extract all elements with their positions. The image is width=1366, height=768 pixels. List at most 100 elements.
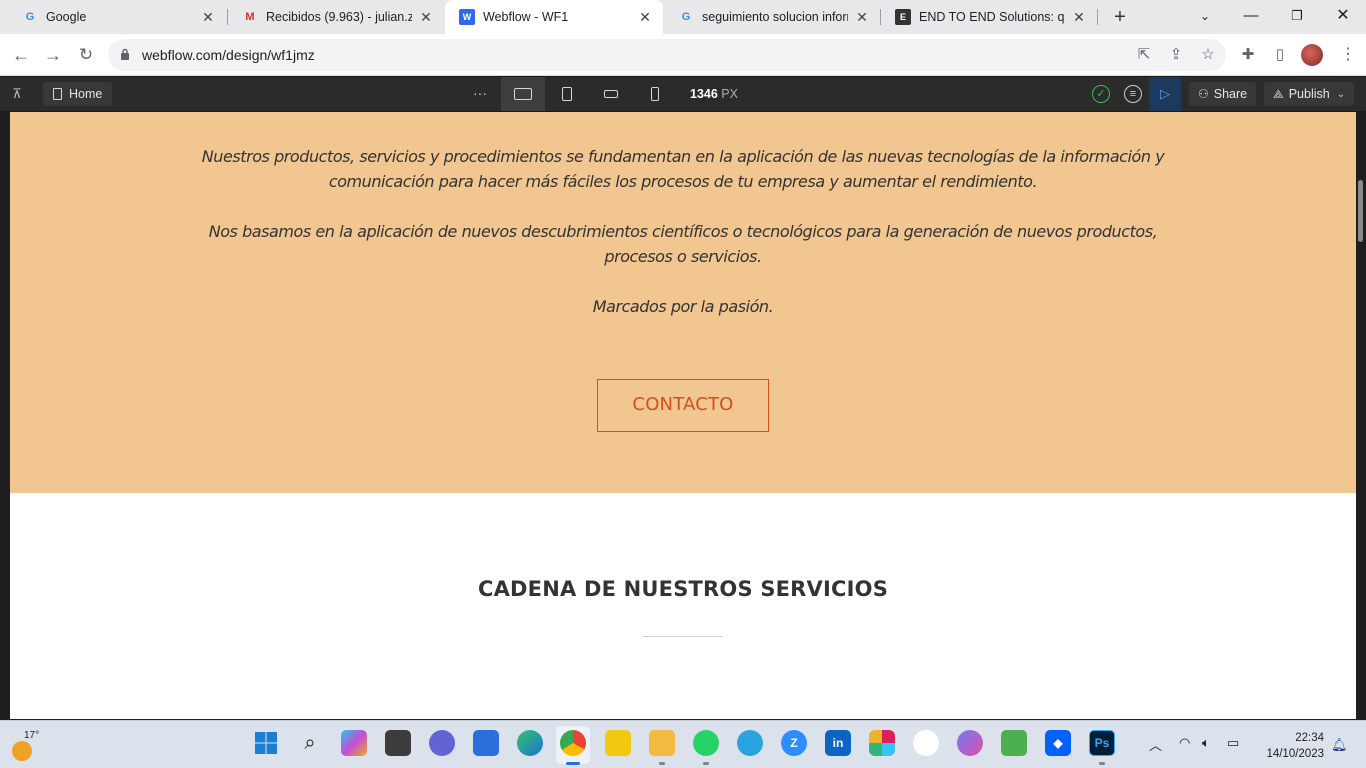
tab-search-icon[interactable]: ⌄: [1182, 0, 1228, 34]
tab-title: Webflow - WF1: [483, 10, 569, 24]
zoom-icon[interactable]: Z: [781, 730, 807, 756]
browser-menu-icon[interactable]: ⋮: [1338, 45, 1358, 65]
weather-temperature: 17°: [24, 730, 40, 741]
paragraph-line: comunicación para hacer más fáciles los …: [328, 172, 1038, 191]
open-in-app-icon[interactable]: ⇱: [1134, 45, 1154, 65]
battery-icon[interactable]: ▭: [1227, 735, 1239, 751]
search-icon[interactable]: ⌕: [297, 730, 323, 756]
linkedin-icon[interactable]: in: [825, 730, 851, 756]
bookmark-star-icon[interactable]: ☆: [1198, 45, 1218, 65]
snipping-tool-icon[interactable]: [957, 730, 983, 756]
teams-chat-icon[interactable]: [429, 730, 455, 756]
wifi-icon[interactable]: ◠: [1179, 735, 1190, 751]
google-favicon-icon: G: [25, 11, 35, 23]
hero-section[interactable]: Nuestros productos, servicios y procedim…: [10, 112, 1356, 493]
show-hidden-icons-icon[interactable]: ︿: [1149, 735, 1162, 754]
task-view-icon[interactable]: [385, 730, 411, 756]
preview-icon[interactable]: ▷: [1149, 77, 1181, 111]
share-button[interactable]: ⚇ Share: [1189, 82, 1257, 106]
weather-sun-icon: [12, 741, 32, 761]
page-selector[interactable]: Home: [43, 82, 113, 106]
phone-link-icon[interactable]: [913, 730, 939, 756]
slack-icon[interactable]: [869, 730, 895, 756]
browser-toolbar: ← → ↻ webflow.com/design/wf1jmz ⇱ ⇪ ☆ ✚ …: [0, 34, 1366, 76]
store-icon[interactable]: [473, 730, 499, 756]
windows-taskbar: 17° ⌕ Z in ◆ Ps ︿ ◠ 🔈︎ ▭ 22:34 14/10/202…: [0, 720, 1366, 768]
canvas-width-unit: PX: [721, 87, 738, 101]
paragraph-line: procesos o servicios.: [604, 247, 762, 266]
publish-button[interactable]: ⟁ Publish ⌄: [1264, 82, 1355, 106]
close-tab-icon[interactable]: ✕: [854, 9, 870, 26]
file-explorer-icon[interactable]: [649, 730, 675, 756]
tab-seguimiento[interactable]: G seguimiento solucion inform ✕: [664, 0, 880, 34]
url-text: webflow.com/design/wf1jmz: [142, 47, 315, 63]
dropbox-icon[interactable]: ◆: [1045, 730, 1071, 756]
paragraph-line: Marcados por la pasión.: [592, 297, 774, 316]
tab-gmail[interactable]: M Recibidos (9.963) - julian.zap ✕: [228, 0, 444, 34]
services-heading[interactable]: CADENA DE NUESTROS SERVICIOS: [10, 577, 1356, 601]
close-tab-icon[interactable]: ✕: [637, 9, 653, 26]
breakpoint-mobile-portrait-button[interactable]: [633, 77, 677, 111]
breakpoint-tablet-button[interactable]: [545, 77, 589, 111]
site-canvas[interactable]: Nuestros productos, servicios y procedim…: [10, 112, 1356, 719]
saved-check-icon[interactable]: ✓: [1092, 85, 1110, 103]
side-panel-icon[interactable]: ▯: [1270, 45, 1290, 65]
reload-icon[interactable]: ↻: [71, 40, 101, 70]
restore-icon[interactable]: ❐: [1274, 0, 1320, 34]
edge-icon[interactable]: [517, 730, 543, 756]
intro-paragraph[interactable]: Nuestros productos, servicios y procedim…: [10, 144, 1356, 194]
tab-title: seguimiento solucion inform: [702, 10, 848, 24]
share-page-icon[interactable]: ⇪: [1166, 45, 1186, 65]
bluestacks-icon[interactable]: [1001, 730, 1027, 756]
clock-date: 14/10/2023: [1266, 748, 1324, 760]
volume-icon[interactable]: 🔈︎: [1202, 735, 1210, 751]
start-icon[interactable]: [253, 730, 279, 756]
breakpoint-desktop-button[interactable]: [501, 77, 545, 111]
publish-label: Publish: [1288, 87, 1330, 101]
comments-icon[interactable]: ≡: [1124, 85, 1142, 103]
tablet-icon: [562, 87, 572, 101]
close-tab-icon[interactable]: ✕: [200, 9, 216, 26]
profile-avatar[interactable]: [1301, 44, 1323, 66]
close-tab-icon[interactable]: ✕: [1071, 9, 1087, 26]
address-bar[interactable]: webflow.com/design/wf1jmz ⇱ ⇪ ☆: [108, 39, 1226, 71]
tab-title: END TO END Solutions: qué: [919, 10, 1065, 24]
telegram-icon[interactable]: [737, 730, 763, 756]
contacto-button[interactable]: CONTACTO: [597, 379, 769, 432]
chrome-icon[interactable]: [560, 730, 586, 756]
close-tab-icon[interactable]: ✕: [418, 9, 434, 26]
canvas-width-readout: 1346 PX: [690, 87, 738, 101]
system-clock[interactable]: 22:34 14/10/2023: [1252, 730, 1324, 762]
powerbi-icon[interactable]: [605, 730, 631, 756]
close-window-icon[interactable]: ✕: [1320, 0, 1366, 34]
tab-end-to-end[interactable]: E END TO END Solutions: qué ✕: [881, 0, 1097, 34]
gmail-favicon-icon: M: [245, 11, 255, 23]
share-label: Share: [1213, 87, 1248, 101]
heading-divider: [643, 636, 723, 637]
more-options-icon[interactable]: ···: [470, 77, 490, 111]
rocket-icon: ⟁: [1273, 86, 1284, 101]
chrome-running-indicator: [566, 762, 580, 765]
running-indicator: [703, 762, 709, 765]
tab-google[interactable]: G Google ✕: [8, 0, 226, 34]
passion-paragraph[interactable]: Marcados por la pasión.: [10, 294, 1356, 319]
minimize-icon[interactable]: —: [1228, 0, 1274, 34]
notifications-bell-icon[interactable]: 🔔︎: [1331, 737, 1348, 753]
innovation-paragraph[interactable]: Nos basamos en la aplicación de nuevos d…: [10, 219, 1356, 269]
breakpoint-mobile-landscape-button[interactable]: [589, 77, 633, 111]
collapse-panel-icon[interactable]: ⊼: [0, 77, 34, 111]
copilot-icon[interactable]: [341, 730, 367, 756]
forward-icon[interactable]: →: [38, 40, 68, 70]
scrollbar-thumb[interactable]: [1358, 180, 1363, 242]
weather-widget[interactable]: 17°: [10, 729, 50, 761]
new-tab-button[interactable]: +: [1108, 5, 1132, 29]
person-icon: ⚇: [1198, 87, 1209, 101]
tab-webflow[interactable]: W Webflow - WF1 ✕: [445, 0, 663, 34]
extensions-icon[interactable]: ✚: [1238, 45, 1258, 65]
mobile-landscape-icon: [604, 90, 618, 98]
running-indicator: [1099, 762, 1105, 765]
photoshop-icon[interactable]: Ps: [1089, 730, 1115, 756]
whatsapp-icon[interactable]: [693, 730, 719, 756]
back-icon[interactable]: ←: [6, 40, 36, 70]
windows-logo-icon: [255, 732, 277, 754]
